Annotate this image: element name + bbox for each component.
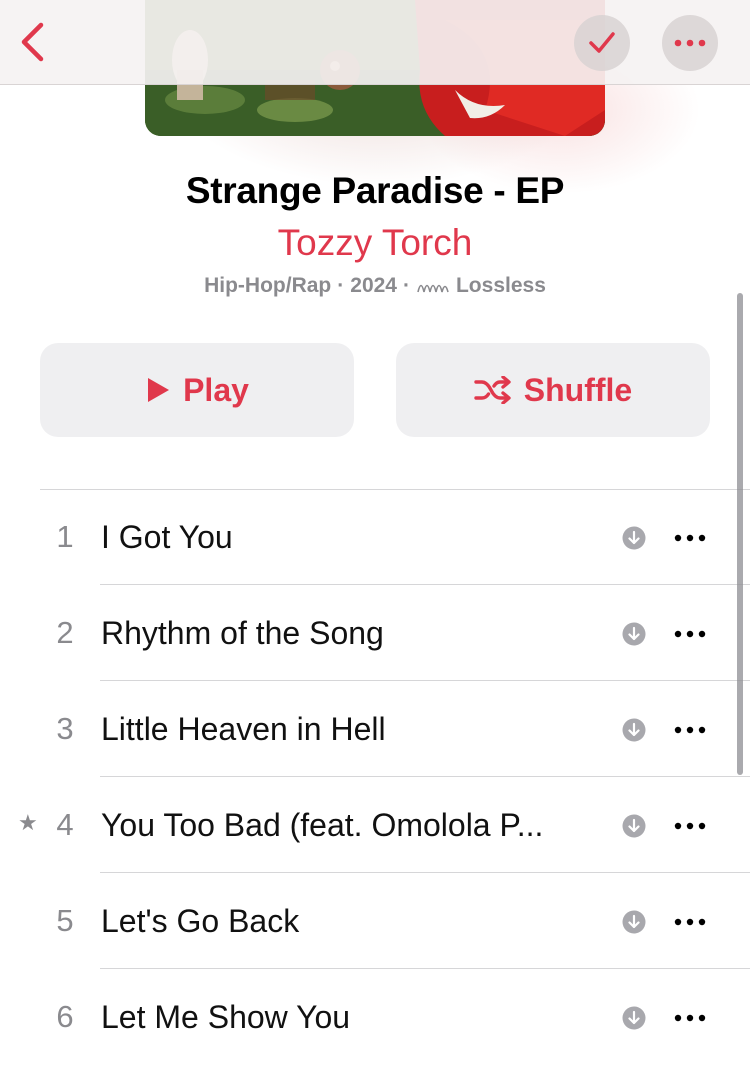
track-title: I Got You bbox=[101, 519, 233, 555]
navigation-bar bbox=[0, 0, 750, 85]
track-row[interactable]: 5 Let's Go Back bbox=[0, 873, 750, 969]
genre-label: Hip-Hop/Rap bbox=[204, 274, 332, 297]
ellipsis-icon bbox=[674, 918, 706, 926]
play-label: Play bbox=[183, 371, 249, 408]
back-button[interactable] bbox=[10, 16, 54, 68]
lossless-label: Lossless bbox=[455, 274, 546, 297]
track-number: 4 bbox=[56, 807, 74, 842]
track-title: You Too Bad (feat. Omolola P... bbox=[101, 807, 544, 843]
shuffle-button[interactable]: Shuffle bbox=[396, 343, 710, 437]
album-header: Strange Paradise - EP Tozzy Torch Hip-Ho… bbox=[0, 168, 750, 298]
track-more-button[interactable] bbox=[668, 619, 712, 649]
download-icon[interactable] bbox=[622, 814, 646, 838]
track-number: 2 bbox=[56, 615, 74, 650]
download-icon[interactable] bbox=[622, 622, 646, 646]
ellipsis-icon bbox=[674, 726, 706, 734]
ellipsis-icon bbox=[674, 39, 706, 47]
chevron-left-icon bbox=[21, 22, 44, 62]
track-number: 6 bbox=[56, 999, 74, 1034]
track-more-button[interactable] bbox=[668, 811, 712, 841]
shuffle-label: Shuffle bbox=[523, 371, 633, 408]
ellipsis-icon bbox=[674, 1014, 706, 1022]
track-row[interactable]: 2 Rhythm of the Song bbox=[0, 585, 750, 681]
track-title: Let Me Show You bbox=[101, 999, 351, 1035]
shuffle-icon bbox=[474, 376, 511, 404]
ellipsis-icon bbox=[674, 630, 706, 638]
album-metadata: Hip-Hop/Rap · 2024 · Lossless bbox=[0, 274, 750, 298]
track-title: Let's Go Back bbox=[101, 903, 300, 939]
checkmark-icon bbox=[589, 32, 615, 53]
popular-star-icon: ★ bbox=[18, 810, 38, 835]
scrollbar[interactable] bbox=[737, 293, 743, 775]
track-row[interactable]: 6 Let Me Show You bbox=[0, 969, 750, 1065]
year-label: 2024 bbox=[350, 274, 397, 297]
meta-separator: · bbox=[337, 274, 345, 297]
download-icon[interactable] bbox=[622, 526, 646, 550]
track-number: 5 bbox=[56, 903, 74, 938]
download-icon[interactable] bbox=[622, 718, 646, 742]
download-icon[interactable] bbox=[622, 1006, 646, 1030]
track-more-button[interactable] bbox=[668, 907, 712, 937]
track-more-button[interactable] bbox=[668, 715, 712, 745]
album-title: Strange Paradise - EP bbox=[185, 170, 565, 211]
ellipsis-icon bbox=[674, 534, 706, 542]
more-options-button[interactable] bbox=[662, 15, 718, 71]
ellipsis-icon bbox=[674, 822, 706, 830]
lossless-icon bbox=[416, 277, 450, 295]
track-number: 3 bbox=[56, 711, 74, 746]
meta-separator: · bbox=[402, 274, 410, 297]
artist-name[interactable]: Tozzy Torch bbox=[0, 220, 750, 266]
play-icon bbox=[148, 378, 170, 402]
track-title: Rhythm of the Song bbox=[101, 615, 384, 651]
track-more-button[interactable] bbox=[668, 523, 712, 553]
track-row[interactable]: 1 I Got You bbox=[0, 489, 750, 585]
play-button[interactable]: Play bbox=[40, 343, 354, 437]
track-row[interactable]: 3 Little Heaven in Hell bbox=[0, 681, 750, 777]
track-more-button[interactable] bbox=[668, 1003, 712, 1033]
download-icon[interactable] bbox=[622, 910, 646, 934]
track-number: 1 bbox=[56, 519, 74, 554]
track-row[interactable]: ★ 4 You Too Bad (feat. Omolola P... bbox=[0, 777, 750, 873]
added-to-library-button[interactable] bbox=[574, 15, 630, 71]
track-title: Little Heaven in Hell bbox=[101, 711, 386, 747]
